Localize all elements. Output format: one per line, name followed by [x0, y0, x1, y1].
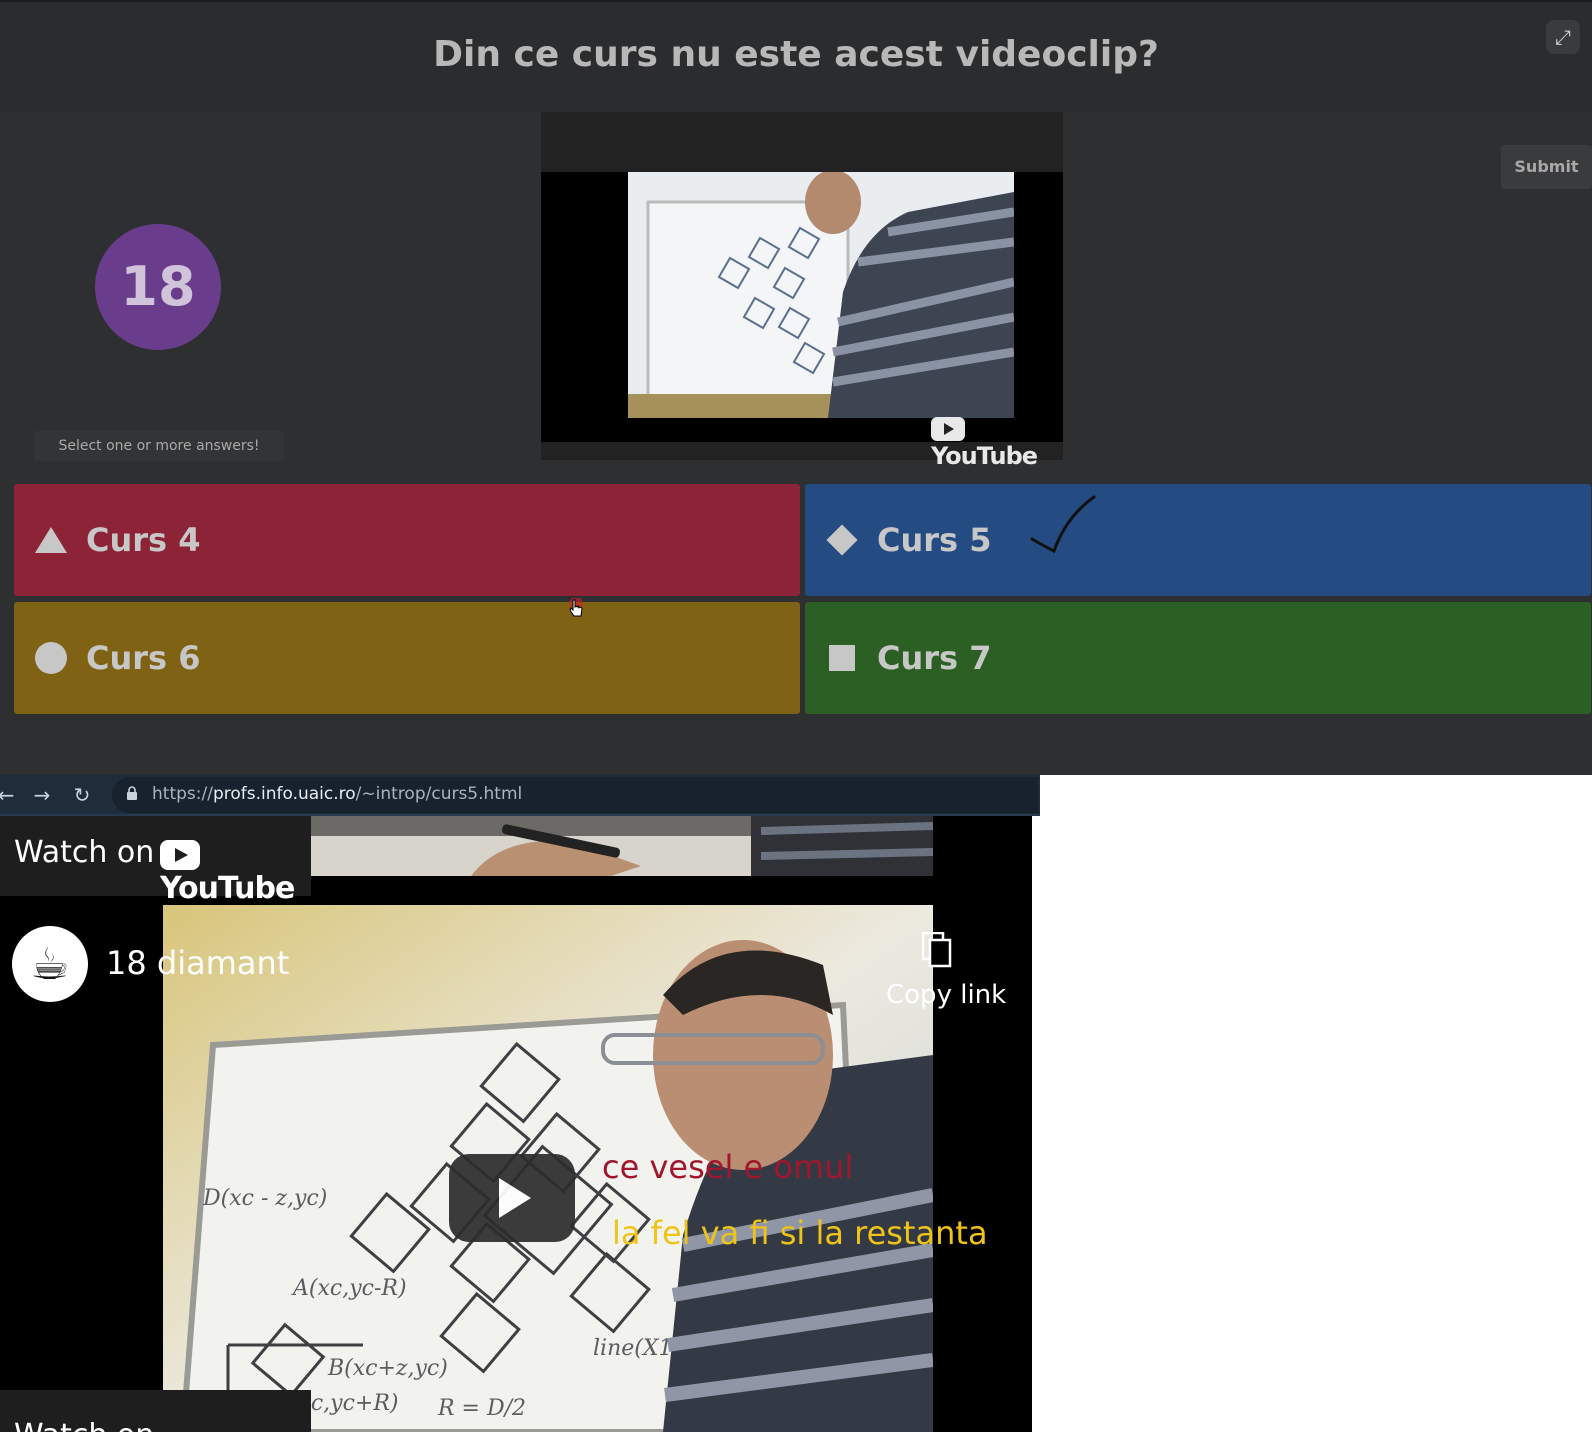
answer-label: Curs 7 — [877, 639, 992, 677]
diamond-icon — [825, 523, 859, 557]
youtube-logo: YouTube — [160, 836, 311, 906]
answer-curs-7[interactable]: Curs 7 — [805, 602, 1591, 714]
answer-curs-4[interactable]: Curs 4 — [14, 484, 800, 596]
youtube-brand-text: YouTube — [160, 871, 295, 906]
answer-curs-6[interactable]: Curs 6 — [14, 602, 800, 714]
hand-cursor-icon — [569, 598, 583, 617]
triangle-icon — [34, 523, 68, 557]
url-domain: profs.info.uaic.ro — [212, 784, 356, 804]
channel-avatar[interactable]: ☕ — [12, 926, 88, 1002]
question-title: Din ce curs nu este acest videoclip? — [433, 34, 1159, 75]
address-bar[interactable]: https://profs.info.uaic.ro/~introp/curs5… — [112, 777, 1038, 813]
forward-arrow-icon[interactable]: → — [30, 783, 54, 807]
watch-on-youtube-button[interactable]: Watch on YouTube — [0, 816, 311, 906]
embedded-video[interactable]: YouTube — [541, 112, 1063, 470]
reload-icon[interactable]: ↻ — [70, 783, 94, 807]
watch-on-label: Watch on — [14, 835, 155, 870]
svg-text:B(xc+z,yc): B(xc+z,yc) — [327, 1356, 448, 1381]
youtube-play-icon — [931, 417, 965, 441]
checkmark-icon — [1030, 495, 1095, 554]
copy-link-label[interactable]: Copy link — [886, 980, 1006, 1010]
video-thumbnail — [628, 172, 1014, 418]
previous-frame-strip — [311, 816, 933, 876]
submit-button[interactable]: Submit — [1501, 145, 1592, 189]
play-icon — [499, 1178, 531, 1218]
annotation-text: ce vesel e omul — [602, 1148, 854, 1186]
url-path: /~introp/curs5.html — [355, 784, 523, 804]
url-prefix: https:// — [152, 784, 213, 804]
copy-icon[interactable] — [922, 932, 952, 968]
video-letterbox-top — [541, 112, 1063, 172]
youtube-logo[interactable]: YouTube — [931, 414, 1063, 470]
youtube-play-icon — [160, 839, 200, 870]
select-hint: Select one or more answers! — [34, 431, 284, 461]
svg-text:A(xc,yc-R): A(xc,yc-R) — [291, 1276, 407, 1301]
svg-text:R = D/2: R = D/2 — [437, 1396, 526, 1421]
square-icon — [825, 641, 859, 675]
watch-on-label: Watch on — [14, 1418, 154, 1432]
play-button[interactable] — [449, 1154, 575, 1242]
youtube-player[interactable]: D(xc - z,yc) A(xc,yc-R) B(xc+z,yc) C(xc,… — [0, 816, 1032, 1432]
answer-curs-5[interactable]: Curs 5 — [805, 484, 1591, 596]
video-title[interactable]: 18 diamant — [106, 944, 289, 982]
svg-text:D(xc - z,yc): D(xc - z,yc) — [202, 1186, 327, 1211]
browser-toolbar: ← → ↻ https://profs.info.uaic.ro/~introp… — [0, 775, 1040, 816]
answer-label: Curs 5 — [877, 521, 992, 559]
back-arrow-icon[interactable]: ← — [0, 783, 18, 807]
timer-badge: 18 — [95, 224, 221, 350]
lock-icon[interactable] — [126, 786, 138, 802]
expand-icon[interactable]: ⤢ — [1546, 20, 1580, 54]
watch-on-youtube-button[interactable]: Watch on — [0, 1390, 311, 1432]
annotation-text: la fel va fi si la restanta — [612, 1214, 988, 1252]
youtube-brand-text: YouTube — [931, 442, 1038, 470]
circle-icon — [34, 641, 68, 675]
url-text[interactable]: https://profs.info.uaic.ro/~introp/curs5… — [152, 784, 522, 804]
answer-label: Curs 6 — [86, 639, 201, 677]
quiz-panel: Din ce curs nu este acest videoclip? ⤢ 1… — [0, 0, 1592, 775]
answer-label: Curs 4 — [86, 521, 201, 559]
